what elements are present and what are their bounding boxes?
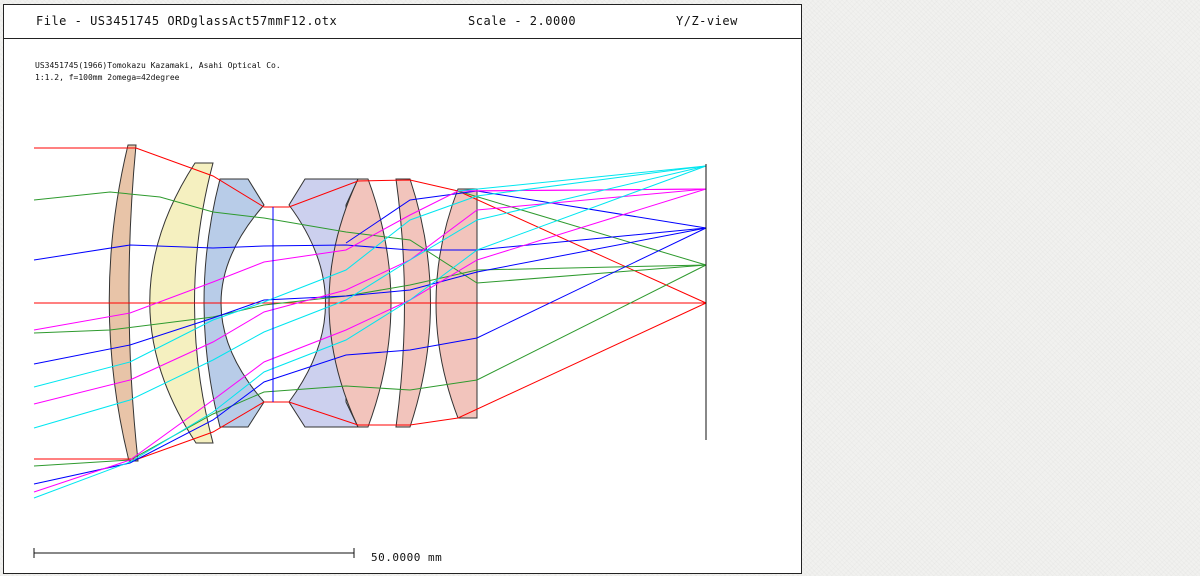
ray-cyan-4 bbox=[457, 165, 707, 192]
scale-bar bbox=[33, 548, 355, 558]
lens-layout-diagram bbox=[33, 144, 707, 558]
ray-magenta-4 bbox=[457, 188, 707, 192]
